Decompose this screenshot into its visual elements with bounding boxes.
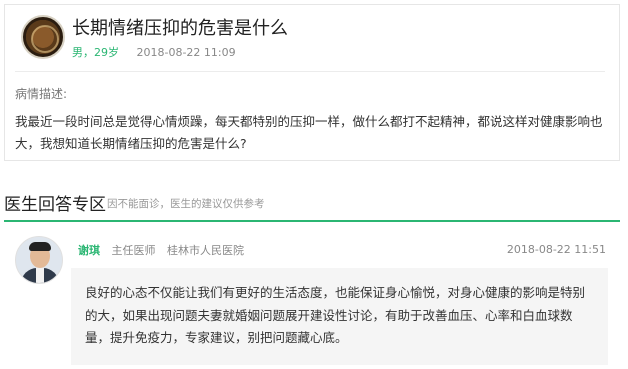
- doctor-title: 主任医师: [111, 244, 156, 257]
- divider: [15, 71, 605, 72]
- answer-time: 2018-08-22 11:51: [506, 243, 606, 256]
- doctor-avatar[interactable]: [15, 236, 63, 284]
- doctor-name-link[interactable]: 谢琪: [78, 244, 100, 257]
- doctor-info: 谢琪 主任医师 桂林市人民医院: [78, 242, 244, 258]
- doctor-hospital: 桂林市人民医院: [167, 244, 244, 257]
- question-description: 我最近一段时间总是觉得心情烦躁，每天都特别的压抑一样，做什么都打不起精神，都说这…: [15, 114, 603, 151]
- description-label: 病情描述:: [15, 87, 68, 101]
- section-title: 医生回答专区: [4, 195, 106, 215]
- patient-avatar: [21, 15, 65, 59]
- patient-gender-age: 男，29岁: [72, 46, 119, 59]
- answer-card: 谢琪 主任医师 桂林市人民医院 2018-08-22 11:51 良好的心态不仅…: [4, 224, 620, 369]
- question-meta: 男，29岁 2018-08-22 11:09: [72, 44, 236, 60]
- answer-content: 良好的心态不仅能让我们有更好的生活态度，也能保证身心愉悦，对身心健康的影响是特别…: [85, 285, 586, 345]
- section-disclaimer: 因不能面诊，医生的建议仅供参考: [107, 198, 265, 210]
- question-time: 2018-08-22 11:09: [136, 46, 236, 59]
- question-card: 长期情绪压抑的危害是什么 男，29岁 2018-08-22 11:09 病情描述…: [4, 4, 620, 161]
- question-title: 长期情绪压抑的危害是什么: [72, 18, 288, 39]
- answers-section-header: 医生回答专区 因不能面诊，医生的建议仅供参考: [4, 188, 620, 222]
- answer-bubble: 良好的心态不仅能让我们有更好的生活态度，也能保证身心愉悦，对身心健康的影响是特别…: [71, 268, 608, 365]
